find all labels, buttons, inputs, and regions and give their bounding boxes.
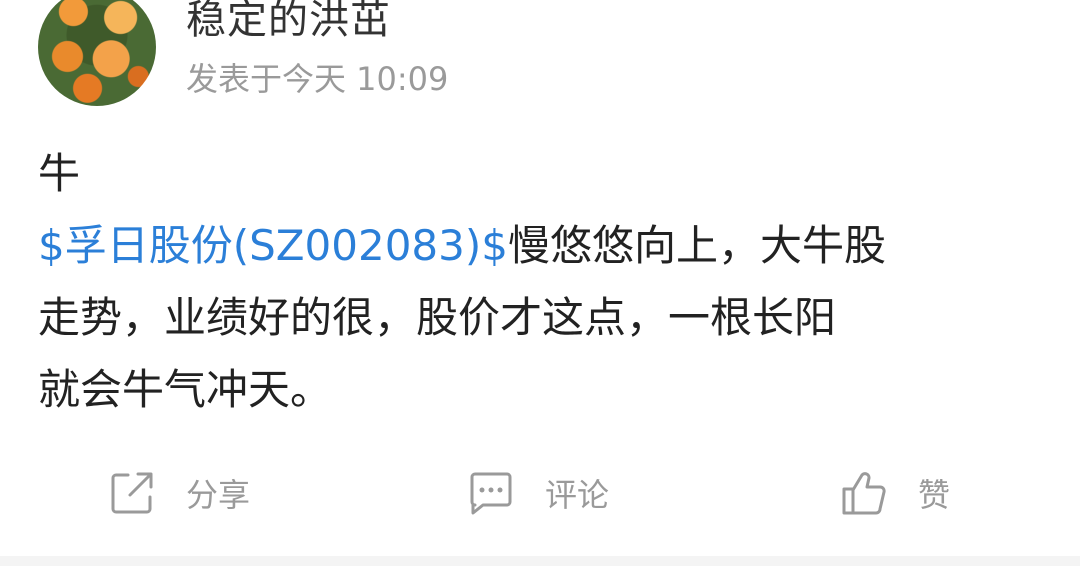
post-text-line3: 就会牛气冲天。 (38, 365, 333, 414)
avatar[interactable] (38, 0, 156, 106)
post-content: 牛 $孚日股份(SZ002083)$慢悠悠向上，大牛股走势，业绩好的很，股价才这… (38, 138, 1043, 426)
post-text: $孚日股份(SZ002083)$慢悠悠向上，大牛股走势，业绩好的很，股价才这点，… (38, 210, 1043, 426)
share-icon (108, 469, 156, 517)
stock-tag-link[interactable]: $孚日股份(SZ002083)$ (38, 221, 508, 270)
comment-icon (467, 469, 515, 517)
post-header: 稳定的洪茁 发表于今天 10:09 (38, 0, 1038, 110)
section-divider (0, 556, 1080, 566)
comment-label: 评论 (545, 476, 610, 514)
author-name[interactable]: 稳定的洪茁 (186, 0, 391, 46)
post-text-line1: 慢悠悠向上，大牛股 (507, 221, 886, 270)
post-text-line2: 走势，业绩好的很，股价才这点，一根长阳 (38, 293, 837, 342)
comment-button[interactable]: 评论 (467, 462, 609, 524)
thumbs-up-icon (840, 469, 888, 517)
action-bar: 分享 评论 赞 (0, 462, 1080, 524)
like-button[interactable]: 赞 (840, 462, 950, 524)
share-label: 分享 (186, 476, 251, 514)
share-button[interactable]: 分享 (108, 462, 250, 524)
post-title: 牛 (38, 149, 81, 198)
like-label: 赞 (918, 476, 951, 514)
post-timestamp: 发表于今天 10:09 (186, 60, 449, 98)
